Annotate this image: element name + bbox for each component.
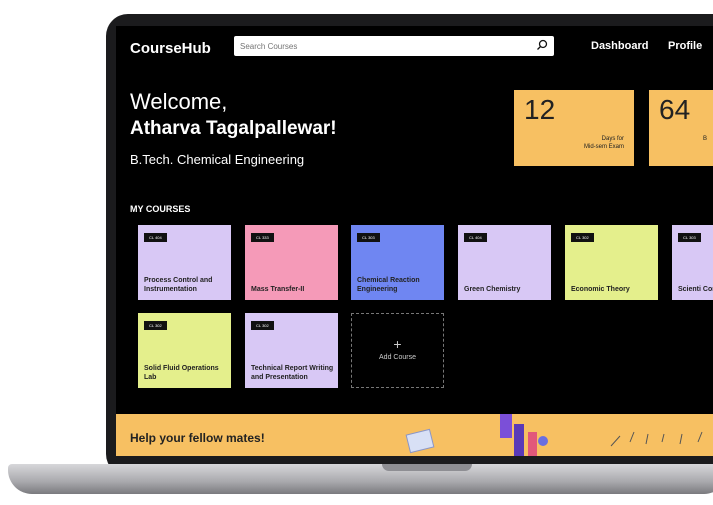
course-code: CL 302 <box>251 321 274 330</box>
course-card[interactable]: CL 303 Chemical Reaction Engineering <box>351 225 444 300</box>
laptop-notch <box>382 464 472 471</box>
stat-label-line: Days for <box>601 136 624 142</box>
course-name: Technical Report Writing and Presentatio… <box>251 364 334 381</box>
add-course-button[interactable]: + Add Course <box>351 313 444 388</box>
paper-illustration-icon <box>405 428 435 454</box>
course-name: Scienti Compu <box>678 285 713 293</box>
course-card[interactable]: CL 302 Technical Report Writing and Pres… <box>245 313 338 388</box>
search-bar[interactable] <box>234 36 554 57</box>
course-name: Chemical Reaction Engineering <box>357 276 420 293</box>
course-name: Mass Transfer-II <box>251 285 305 293</box>
course-code: CL 404 <box>144 233 167 242</box>
stat-card-second: 64 B <box>649 90 713 166</box>
search-icon[interactable] <box>536 39 548 51</box>
nav-dashboard[interactable]: Dashboard <box>591 40 648 52</box>
course-code: CL 404 <box>464 233 487 242</box>
course-name: Economic Theory <box>571 285 630 293</box>
welcome-greeting: Welcome, <box>130 89 228 114</box>
stat-card-exam-countdown: 12 Days for Mid-sem Exam <box>514 90 634 166</box>
course-name: Process Control and Instrumentation <box>144 276 213 293</box>
banner-title: Help your fellow mates! <box>130 431 265 445</box>
user-name: Atharva Tagalpallewar! <box>130 118 337 139</box>
user-program: B.Tech. Chemical Engineering <box>130 152 305 167</box>
course-name: Solid Fluid Operations Lab <box>144 364 219 381</box>
course-code: CL 303 <box>357 233 380 242</box>
stat-label-line: Mid-sem Exam <box>583 143 624 150</box>
course-code: CL 302 <box>571 233 594 242</box>
my-courses-heading: MY COURSES <box>130 204 191 214</box>
course-code: CL 303 <box>678 233 701 242</box>
course-code: CL 302 <box>144 321 167 330</box>
help-banner: Help your fellow mates! <box>116 414 713 456</box>
people-illustration-icon <box>500 414 548 456</box>
course-card[interactable]: CL 302 Economic Theory <box>565 225 658 300</box>
stat-value: 64 <box>659 94 691 125</box>
app-screen: CourseHub Dashboard Profile Welcome, Ath… <box>116 26 713 456</box>
add-course-label: Add Course <box>379 354 416 361</box>
course-card[interactable]: CL 404 Process Control and Instrumentati… <box>138 225 231 300</box>
course-card[interactable]: CL 303 Scienti Compu <box>672 225 713 300</box>
course-code: CL 333 <box>251 233 274 242</box>
course-card[interactable]: CL 333 Mass Transfer-II <box>245 225 338 300</box>
stat-label: Days for Mid-sem Exam <box>584 136 624 152</box>
sketch-lines-icon <box>610 431 703 447</box>
stat-label: B <box>702 136 707 142</box>
laptop-base <box>8 464 713 494</box>
course-card[interactable]: CL 404 Green Chemistry <box>458 225 551 300</box>
app-logo[interactable]: CourseHub <box>130 40 211 57</box>
nav-profile[interactable]: Profile <box>668 40 702 52</box>
course-name: Green Chemistry <box>464 285 521 293</box>
search-input[interactable] <box>234 36 524 57</box>
plus-icon: + <box>393 336 402 352</box>
stat-value: 12 <box>524 94 556 125</box>
course-card[interactable]: CL 302 Solid Fluid Operations Lab <box>138 313 231 388</box>
